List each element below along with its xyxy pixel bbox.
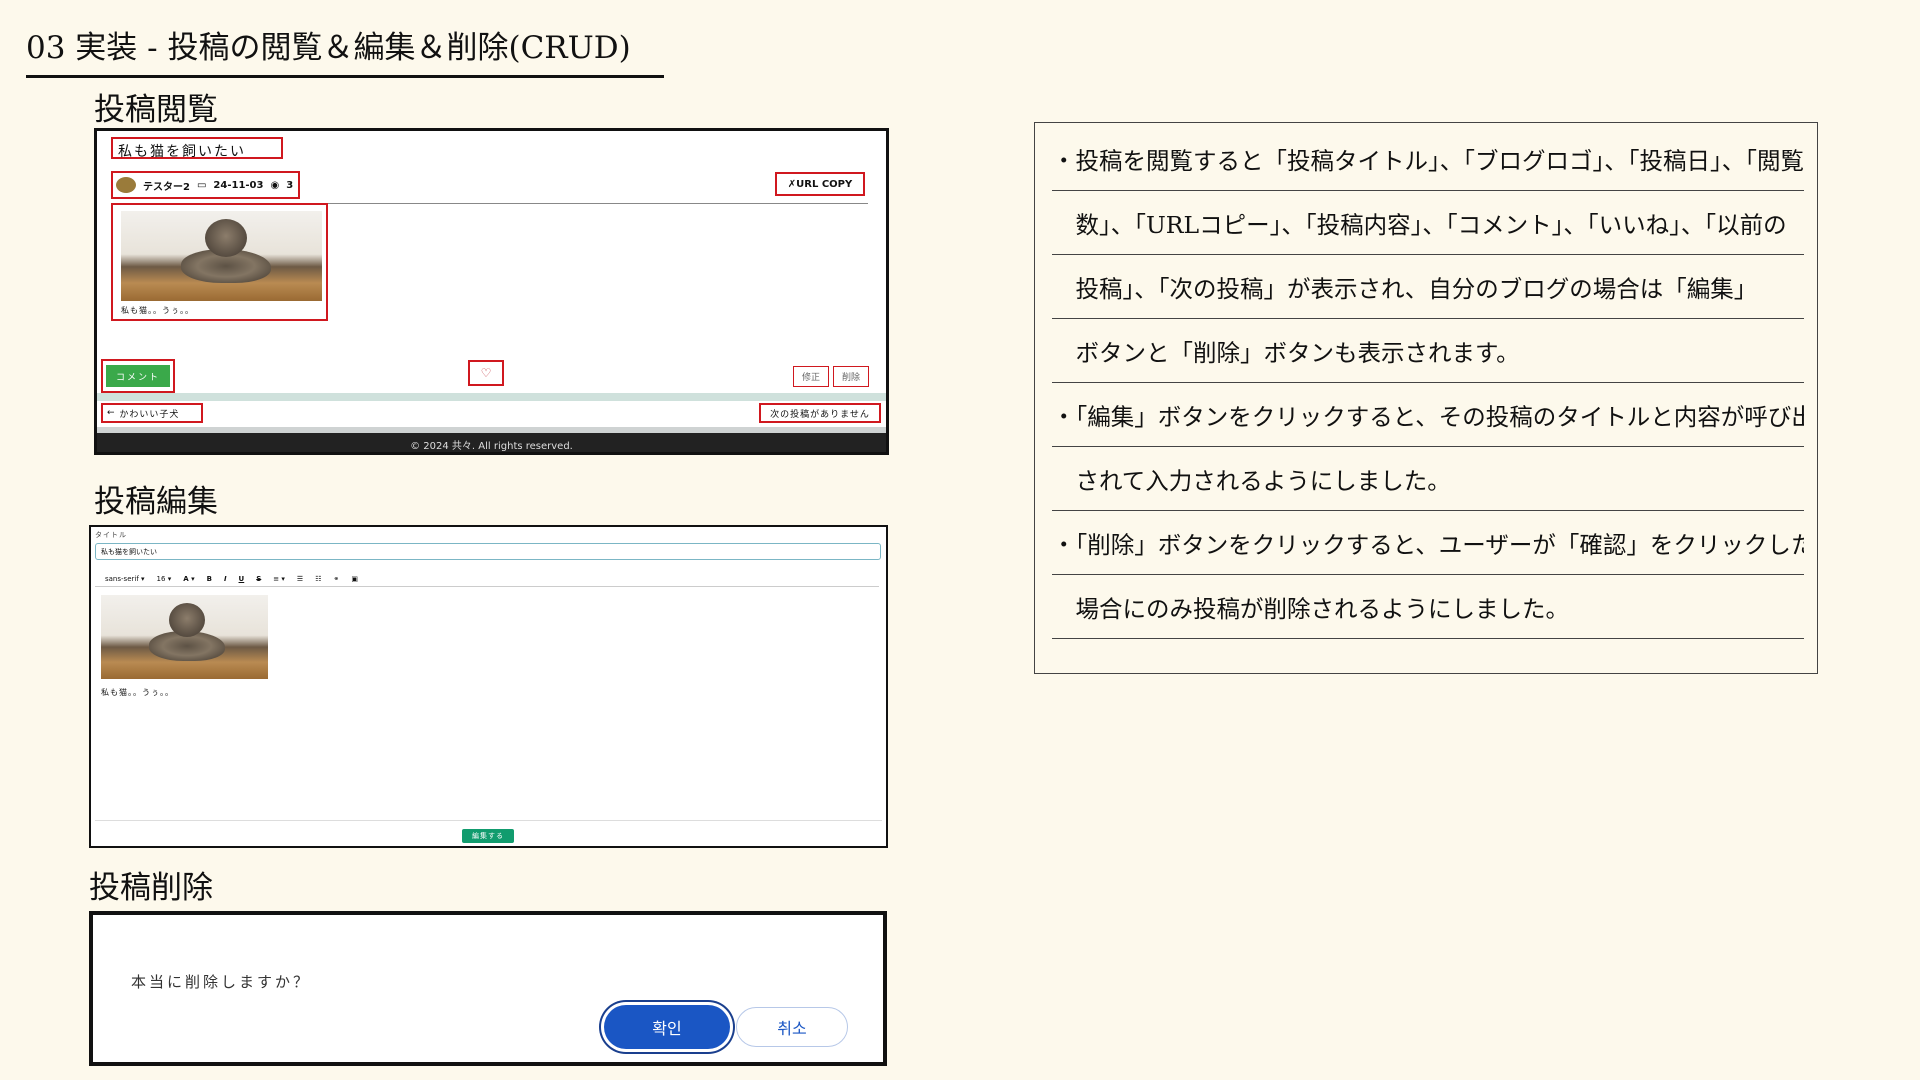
prev-post-title: かわいい子犬 <box>119 409 180 420</box>
description-line: 投稿」、「次の投稿」が表示され、自分のブログの場合は「編集」 <box>1052 255 1804 319</box>
strike-button[interactable]: S <box>256 575 261 583</box>
italic-button[interactable]: I <box>224 575 227 583</box>
font-select[interactable]: sans-serif ▾ <box>105 575 145 583</box>
nav-strip <box>97 393 886 401</box>
next-post-link[interactable]: 次の投稿がありません <box>759 403 881 423</box>
calendar-icon: ▭ <box>196 179 207 191</box>
submit-edit-button[interactable]: 編集する <box>462 829 514 843</box>
slide-title: 03 実装 - 投稿の閲覧＆編集＆削除(CRUD) <box>26 22 664 78</box>
heart-icon: ♡ <box>480 366 492 380</box>
blog-logo-avatar <box>116 177 136 193</box>
post-date: 24-11-03 <box>213 179 264 191</box>
title-label: タイトル <box>95 531 127 539</box>
editor-cat-photo <box>101 595 268 679</box>
post-author: テスター2 <box>143 181 190 193</box>
section-title-delete: 投稿削除 <box>89 870 213 906</box>
site-footer: © 2024 共々. All rights reserved. <box>97 433 886 452</box>
post-content: 私も猫。。うぅ。。 <box>111 203 328 321</box>
bold-button[interactable]: B <box>207 575 212 583</box>
prev-post-link[interactable]: ← かわいい子犬 <box>101 403 203 423</box>
description-box: ・投稿を閲覧すると「投稿タイトル」、「ブログロゴ」、「投稿日」、「閲覧 数」、「… <box>1034 122 1818 674</box>
like-button[interactable]: ♡ <box>468 360 504 386</box>
section-title-edit: 投稿編集 <box>94 484 218 520</box>
post-view-screenshot: 私も猫を飼いたい テスター2 ▭ 24-11-03 ◉ 3 ✗ URL COPY… <box>94 128 889 455</box>
delete-button[interactable]: 削除 <box>833 366 870 387</box>
cancel-button[interactable]: 취소 <box>736 1007 848 1047</box>
post-title: 私も猫を飼いたい <box>111 137 283 160</box>
comment-button[interactable]: コメント <box>106 365 170 387</box>
description-line: 場合にのみ投稿が削除されるようにしました。 <box>1052 575 1804 639</box>
post-edit-screenshot: タイトル 私も猫を飼いたい sans-serif ▾ 16 ▾ A ▾ B I … <box>89 525 888 848</box>
font-size-select[interactable]: 16 ▾ <box>157 575 172 583</box>
edit-button[interactable]: 修正 <box>793 366 830 387</box>
description-line: ボタンと「削除」ボタンも表示されます。 <box>1052 319 1804 383</box>
arrow-left-icon: ← <box>107 408 120 418</box>
text-color-button[interactable]: A ▾ <box>183 575 194 583</box>
view-count: 3 <box>286 179 294 191</box>
description-line: ・投稿を閲覧すると「投稿タイトル」、「ブログロゴ」、「投稿日」、「閲覧 <box>1052 127 1804 191</box>
post-meta: テスター2 ▭ 24-11-03 ◉ 3 <box>111 171 300 199</box>
owner-actions: 修正 削除 <box>793 366 870 387</box>
link-icon: ✗ <box>787 178 797 190</box>
editor-content-text[interactable]: 私も猫。。うぅ。。 <box>101 687 174 698</box>
description-line: されて入力されるようにしました。 <box>1052 447 1804 511</box>
align-icon[interactable]: ≡ ▾ <box>273 575 285 583</box>
ordered-list-icon[interactable]: ☰ <box>297 575 303 583</box>
url-copy-button[interactable]: ✗ URL COPY <box>775 172 865 196</box>
bullet-list-icon[interactable]: ☷ <box>315 575 321 583</box>
delete-confirm-dialog: 本当に削除しますか？ 확인 취소 <box>89 911 887 1066</box>
editor-bottom-border <box>95 820 882 821</box>
editor-toolbar: sans-serif ▾ 16 ▾ A ▾ B I U S ≡ ▾ ☰ ☷ ⚭ … <box>95 571 879 587</box>
eye-icon: ◉ <box>270 179 280 191</box>
section-title-view: 投稿閲覧 <box>94 92 218 128</box>
image-icon[interactable]: ▣ <box>351 575 358 583</box>
description-line: ・「削除」ボタンをクリックすると、ユーザーが「確認」をクリックした <box>1052 511 1804 575</box>
cat-photo <box>121 211 322 301</box>
url-copy-label: URL COPY <box>796 178 853 190</box>
confirm-message: 本当に削除しますか？ <box>131 973 312 991</box>
link-icon[interactable]: ⚭ <box>333 575 339 583</box>
description-line: 数」、「URLコピー」、「投稿内容」、「コメント」、「いいね」、「以前の <box>1052 191 1804 255</box>
underline-button[interactable]: U <box>239 575 245 583</box>
description-line: ・「編集」ボタンをクリックすると、その投稿のタイトルと内容が呼び出 <box>1052 383 1804 447</box>
comment-button-highlight: コメント <box>101 359 175 393</box>
title-input[interactable]: 私も猫を飼いたい <box>95 543 881 560</box>
post-content-text: 私も猫。。うぅ。。 <box>121 306 194 315</box>
confirm-button[interactable]: 확인 <box>604 1005 730 1049</box>
